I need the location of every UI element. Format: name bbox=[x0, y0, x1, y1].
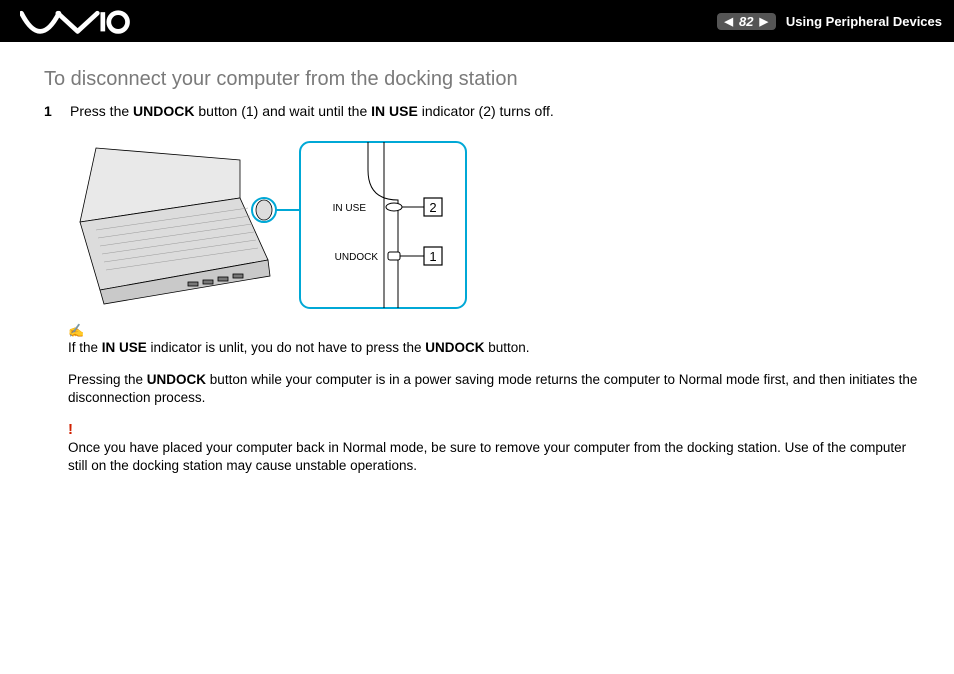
step-text: Press the UNDOCK button (1) and wait unt… bbox=[70, 101, 554, 122]
laptop-illustration bbox=[80, 148, 272, 304]
note-1: If the IN USE indicator is unlit, you do… bbox=[68, 339, 920, 357]
step-number: 1 bbox=[44, 101, 56, 122]
next-page-button[interactable]: ▶ bbox=[759, 15, 767, 28]
note-2: Pressing the UNDOCK button while your co… bbox=[68, 371, 920, 407]
header-bar: ◀ 82 ▶ Using Peripheral Devices bbox=[0, 0, 954, 42]
header-right: ◀ 82 ▶ Using Peripheral Devices bbox=[717, 13, 942, 30]
label-in-use: IN USE bbox=[333, 203, 367, 214]
pager: ◀ 82 ▶ bbox=[717, 13, 776, 30]
warning-icon: ! bbox=[68, 422, 920, 437]
note-icon: ✍ bbox=[68, 324, 920, 337]
figure: IN USE 2 UNDOCK 1 bbox=[68, 140, 920, 310]
vaio-logo bbox=[20, 8, 130, 34]
prev-page-button[interactable]: ◀ bbox=[725, 15, 733, 28]
callout-1: 1 bbox=[429, 249, 436, 264]
figure-svg: IN USE 2 UNDOCK 1 bbox=[68, 140, 468, 310]
section-title: Using Peripheral Devices bbox=[786, 14, 942, 29]
page-number: 82 bbox=[739, 14, 753, 29]
vaio-logo-svg bbox=[20, 8, 130, 34]
callout-2: 2 bbox=[429, 200, 436, 215]
page-title: To disconnect your computer from the doc… bbox=[44, 68, 920, 91]
label-undock: UNDOCK bbox=[335, 252, 379, 263]
zoom-panel: IN USE 2 UNDOCK 1 bbox=[300, 142, 466, 308]
step-1: 1 Press the UNDOCK button (1) and wait u… bbox=[44, 101, 920, 122]
warning-text: Once you have placed your computer back … bbox=[68, 439, 920, 475]
page: ◀ 82 ▶ Using Peripheral Devices To disco… bbox=[0, 0, 954, 674]
content-area: To disconnect your computer from the doc… bbox=[0, 42, 954, 475]
